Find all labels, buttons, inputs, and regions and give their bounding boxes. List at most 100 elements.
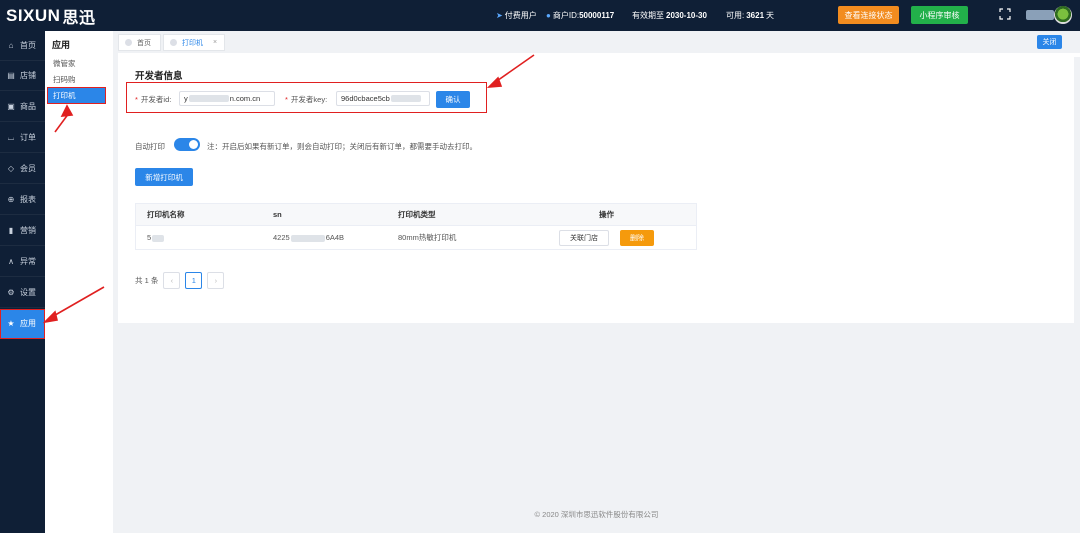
sidebar-item-label: 会员 xyxy=(20,164,36,173)
developer-key-label-text: 开发者key: xyxy=(290,95,328,104)
available-label: 可用: xyxy=(726,11,745,20)
sn-prefix: 4225 xyxy=(273,233,290,242)
submenu-title: 应用 xyxy=(52,40,71,50)
user-type: ➤ 付费用户 xyxy=(496,10,537,21)
valid-date: 2030-10-30 xyxy=(666,11,707,20)
sidebar-item-orders[interactable]: ⌴ 订单 xyxy=(0,123,45,153)
developer-id-suffix: n.com.cn xyxy=(229,94,261,103)
auto-print-label: 自动打印 xyxy=(135,142,165,151)
redaction-blur xyxy=(152,234,165,242)
merchant-label: 商户ID: xyxy=(552,11,580,20)
logo-cn: 思迅 xyxy=(62,10,96,27)
valid-until: 有效期至 2030-10-30 xyxy=(632,10,707,21)
user-avatar[interactable] xyxy=(1026,6,1072,24)
available-value: 3621 xyxy=(746,11,765,20)
fullscreen-icon[interactable] xyxy=(999,8,1013,22)
submenu-item-weiguanjia[interactable]: 微管家 xyxy=(53,58,76,69)
tab-dot-icon xyxy=(125,39,132,46)
sidebar-item-label: 设置 xyxy=(20,288,36,297)
sn-suffix: 6A4B xyxy=(325,233,345,242)
tab-home[interactable]: 首页 xyxy=(118,34,161,51)
confirm-button[interactable]: 确认 xyxy=(436,91,470,108)
printer-name-text: 5 xyxy=(147,233,152,242)
sidebar-item-apps[interactable]: ★ 应用 xyxy=(0,309,45,339)
delete-button[interactable]: 删除 xyxy=(620,229,654,246)
developer-id-input[interactable]: y n.com.cn xyxy=(179,91,275,106)
auto-print-note: 注：开启后如果有新订单，则会自动打印；关闭后有新订单，都需要手动去打印。 xyxy=(207,142,477,151)
redaction-blur xyxy=(390,95,421,102)
next-page-button[interactable]: › xyxy=(207,272,225,289)
sidebar-item-label: 异常 xyxy=(20,257,36,266)
sidebar-item-store[interactable]: ▤ 店铺 xyxy=(0,61,45,91)
tab-printer[interactable]: 打印机 × xyxy=(163,34,225,51)
sidebar-item-goods[interactable]: ▣ 商品 xyxy=(0,92,45,122)
printer-settings-card: 开发者信息 * 开发者id: y n.com.cn * 开发者key: 96d0cba… xyxy=(118,53,1074,323)
miniapp-review-button[interactable]: 小程序审核 xyxy=(911,6,968,24)
printer-sn: 4225 6A4B xyxy=(273,233,344,242)
tab-label: 打印机 xyxy=(182,39,203,47)
printer-table: 打印机名称 sn 打印机类型 操作 5 4225 6A4B 80mm热敏打印机 关… xyxy=(135,203,697,250)
header-type: 打印机类型 xyxy=(398,210,436,219)
redaction-blur xyxy=(290,234,325,242)
connection-status-button[interactable]: 查看连接状态 xyxy=(838,6,899,24)
developer-id-prefix: y xyxy=(184,94,188,103)
sidebar-item-label: 营销 xyxy=(20,226,36,235)
sidebar-item-label: 商品 xyxy=(20,102,36,111)
tab-dot-icon xyxy=(170,39,177,46)
warning-icon: ∧ xyxy=(8,257,14,266)
sidebar-item-label: 店铺 xyxy=(20,71,36,80)
page-button-1[interactable]: 1 xyxy=(185,272,203,289)
pagination-total: 共 1 条 xyxy=(135,276,159,285)
main-sidebar: ⌂ 首页 ▤ 店铺 ▣ 商品 ⌴ 订单 ◇ 会员 ⊕ 报表 ▮ 营销 ∧ 异常 ⚙ 设置 ★ 应用 xyxy=(0,31,45,533)
sidebar-item-exceptions[interactable]: ∧ 异常 xyxy=(0,247,45,277)
available-days: 可用: 3621 天 xyxy=(726,10,774,21)
merchant-id: ● 商户ID: 50000117 xyxy=(546,10,614,21)
auto-print-toggle[interactable] xyxy=(174,138,200,151)
top-header: SIXUN 思迅 ➤ 付费用户 ● 商户ID: 50000117 有效期至 2030-10… xyxy=(0,0,1080,31)
submenu-item-scan-buy[interactable]: 扫码购 xyxy=(53,74,76,85)
logo-text: SIXUN xyxy=(6,6,61,25)
table-row: 5 4225 6A4B 80mm热敏打印机 关联门店 删除 xyxy=(135,226,697,250)
close-tab-icon[interactable]: × xyxy=(213,39,217,46)
developer-info-title: 开发者信息 xyxy=(135,71,183,82)
gift-icon: ▣ xyxy=(7,102,15,111)
report-icon: ⊕ xyxy=(7,195,15,204)
drop-icon: ● xyxy=(546,11,551,20)
prev-page-button[interactable]: ‹ xyxy=(163,272,181,289)
member-icon: ◇ xyxy=(7,164,15,173)
link-store-button[interactable]: 关联门店 xyxy=(559,229,609,246)
add-printer-button[interactable]: 新增打印机 xyxy=(135,168,193,186)
settings-icon: ⚙ xyxy=(7,288,15,297)
sidebar-item-members[interactable]: ◇ 会员 xyxy=(0,154,45,184)
footer-copyright: © 2020 深圳市思迅软件股份有限公司 xyxy=(534,510,659,519)
submenu-item-printer[interactable]: 打印机 xyxy=(47,87,106,104)
close-button[interactable]: 关闭 xyxy=(1037,35,1062,49)
sidebar-item-reports[interactable]: ⊕ 报表 xyxy=(0,185,45,215)
header-name: 打印机名称 xyxy=(147,210,185,219)
developer-id-label-text: 开发者id: xyxy=(140,95,172,104)
sidebar-item-settings[interactable]: ⚙ 设置 xyxy=(0,278,45,308)
app-submenu: 应用 微管家 扫码购 打印机 xyxy=(45,31,113,533)
sidebar-item-home[interactable]: ⌂ 首页 xyxy=(0,31,45,61)
printer-name: 5 xyxy=(147,233,165,242)
store-icon: ▤ xyxy=(7,71,15,80)
pagination: 共 1 条 ‹ 1 › xyxy=(135,272,225,289)
developer-key-prefix: 96d0cbace5cb xyxy=(341,94,390,103)
header-actions: 操作 xyxy=(599,210,614,219)
tab-label: 首页 xyxy=(137,39,151,47)
developer-key-input[interactable]: 96d0cbace5cb xyxy=(336,91,430,106)
home-icon: ⌂ xyxy=(8,41,14,50)
order-icon: ⌴ xyxy=(7,132,15,142)
send-icon: ➤ xyxy=(496,11,503,20)
sidebar-item-label: 报表 xyxy=(20,195,36,204)
logo: SIXUN 思迅 xyxy=(6,5,95,27)
sidebar-item-label: 订单 xyxy=(20,133,36,142)
table-header: 打印机名称 sn 打印机类型 操作 xyxy=(135,203,697,226)
merchant-id-value: 50000117 xyxy=(579,11,615,20)
user-type-label: 付费用户 xyxy=(504,11,537,20)
sidebar-item-label: 应用 xyxy=(20,319,36,328)
sidebar-item-marketing[interactable]: ▮ 营销 xyxy=(0,216,45,246)
marketing-icon: ▮ xyxy=(8,226,14,235)
valid-label: 有效期至 xyxy=(632,11,664,20)
available-unit: 天 xyxy=(766,11,775,20)
